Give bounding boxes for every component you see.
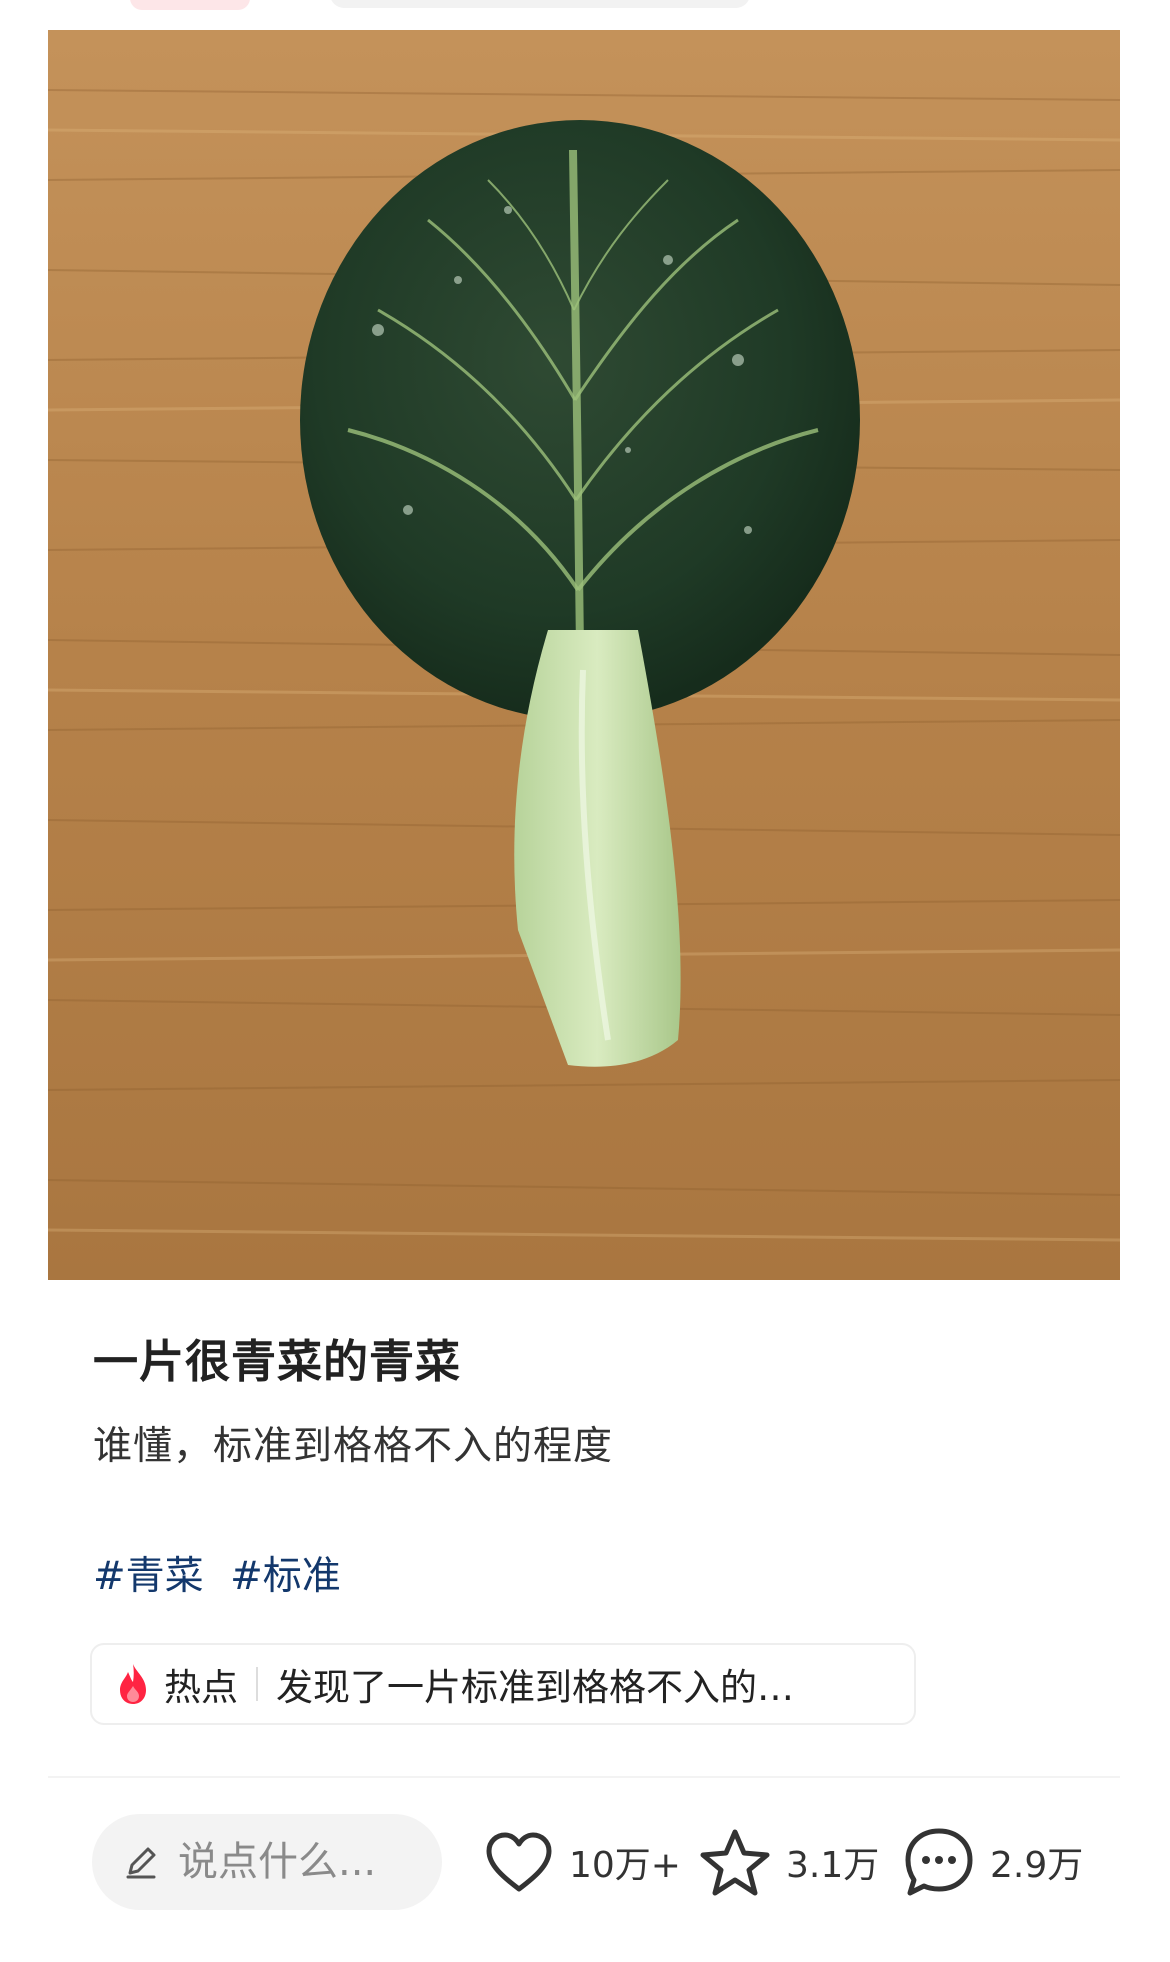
tag-link[interactable]: #青菜: [93, 1554, 204, 1599]
like-button[interactable]: 10万+: [483, 1820, 681, 1904]
post-description: 谁懂，标准到格格不入的程度: [93, 1424, 614, 1469]
post-title: 一片很青菜的青菜: [93, 1335, 462, 1388]
collect-count: 3.1万: [786, 1845, 880, 1886]
bottom-action-bar: 10万+ 3.1万 2.9万: [0, 1780, 1170, 1962]
hot-label: 热点: [164, 1666, 238, 1709]
like-count: 10万+: [569, 1845, 681, 1886]
comment-count: 2.9万: [990, 1845, 1084, 1886]
top-badge: [130, 0, 250, 10]
comment-bubble-icon: [905, 1828, 973, 1896]
fire-icon: [120, 1664, 146, 1704]
comment-input[interactable]: [176, 1838, 410, 1886]
post-image[interactable]: [48, 30, 1120, 1280]
post-tags: #青菜 #标准: [93, 1545, 355, 1601]
hot-topic-text: 发现了一片标准到格格不入的…: [276, 1666, 794, 1709]
top-strip: [0, 0, 1170, 30]
bok-choy-leaf-photo: [48, 30, 1120, 1280]
top-search-hint: [330, 0, 750, 8]
comment-button[interactable]: 2.9万: [902, 1820, 1083, 1904]
heart-icon: [486, 1832, 552, 1892]
hot-topic-card[interactable]: 热点 发现了一片标准到格格不入的…: [90, 1643, 916, 1725]
collect-button[interactable]: 3.1万: [698, 1820, 879, 1904]
tag-link[interactable]: #标准: [230, 1554, 341, 1599]
hot-separator: [256, 1667, 258, 1701]
star-icon: [700, 1829, 770, 1896]
pen-icon: [126, 1847, 156, 1879]
bottom-divider: [48, 1776, 1120, 1778]
comment-input-box[interactable]: [92, 1814, 442, 1910]
